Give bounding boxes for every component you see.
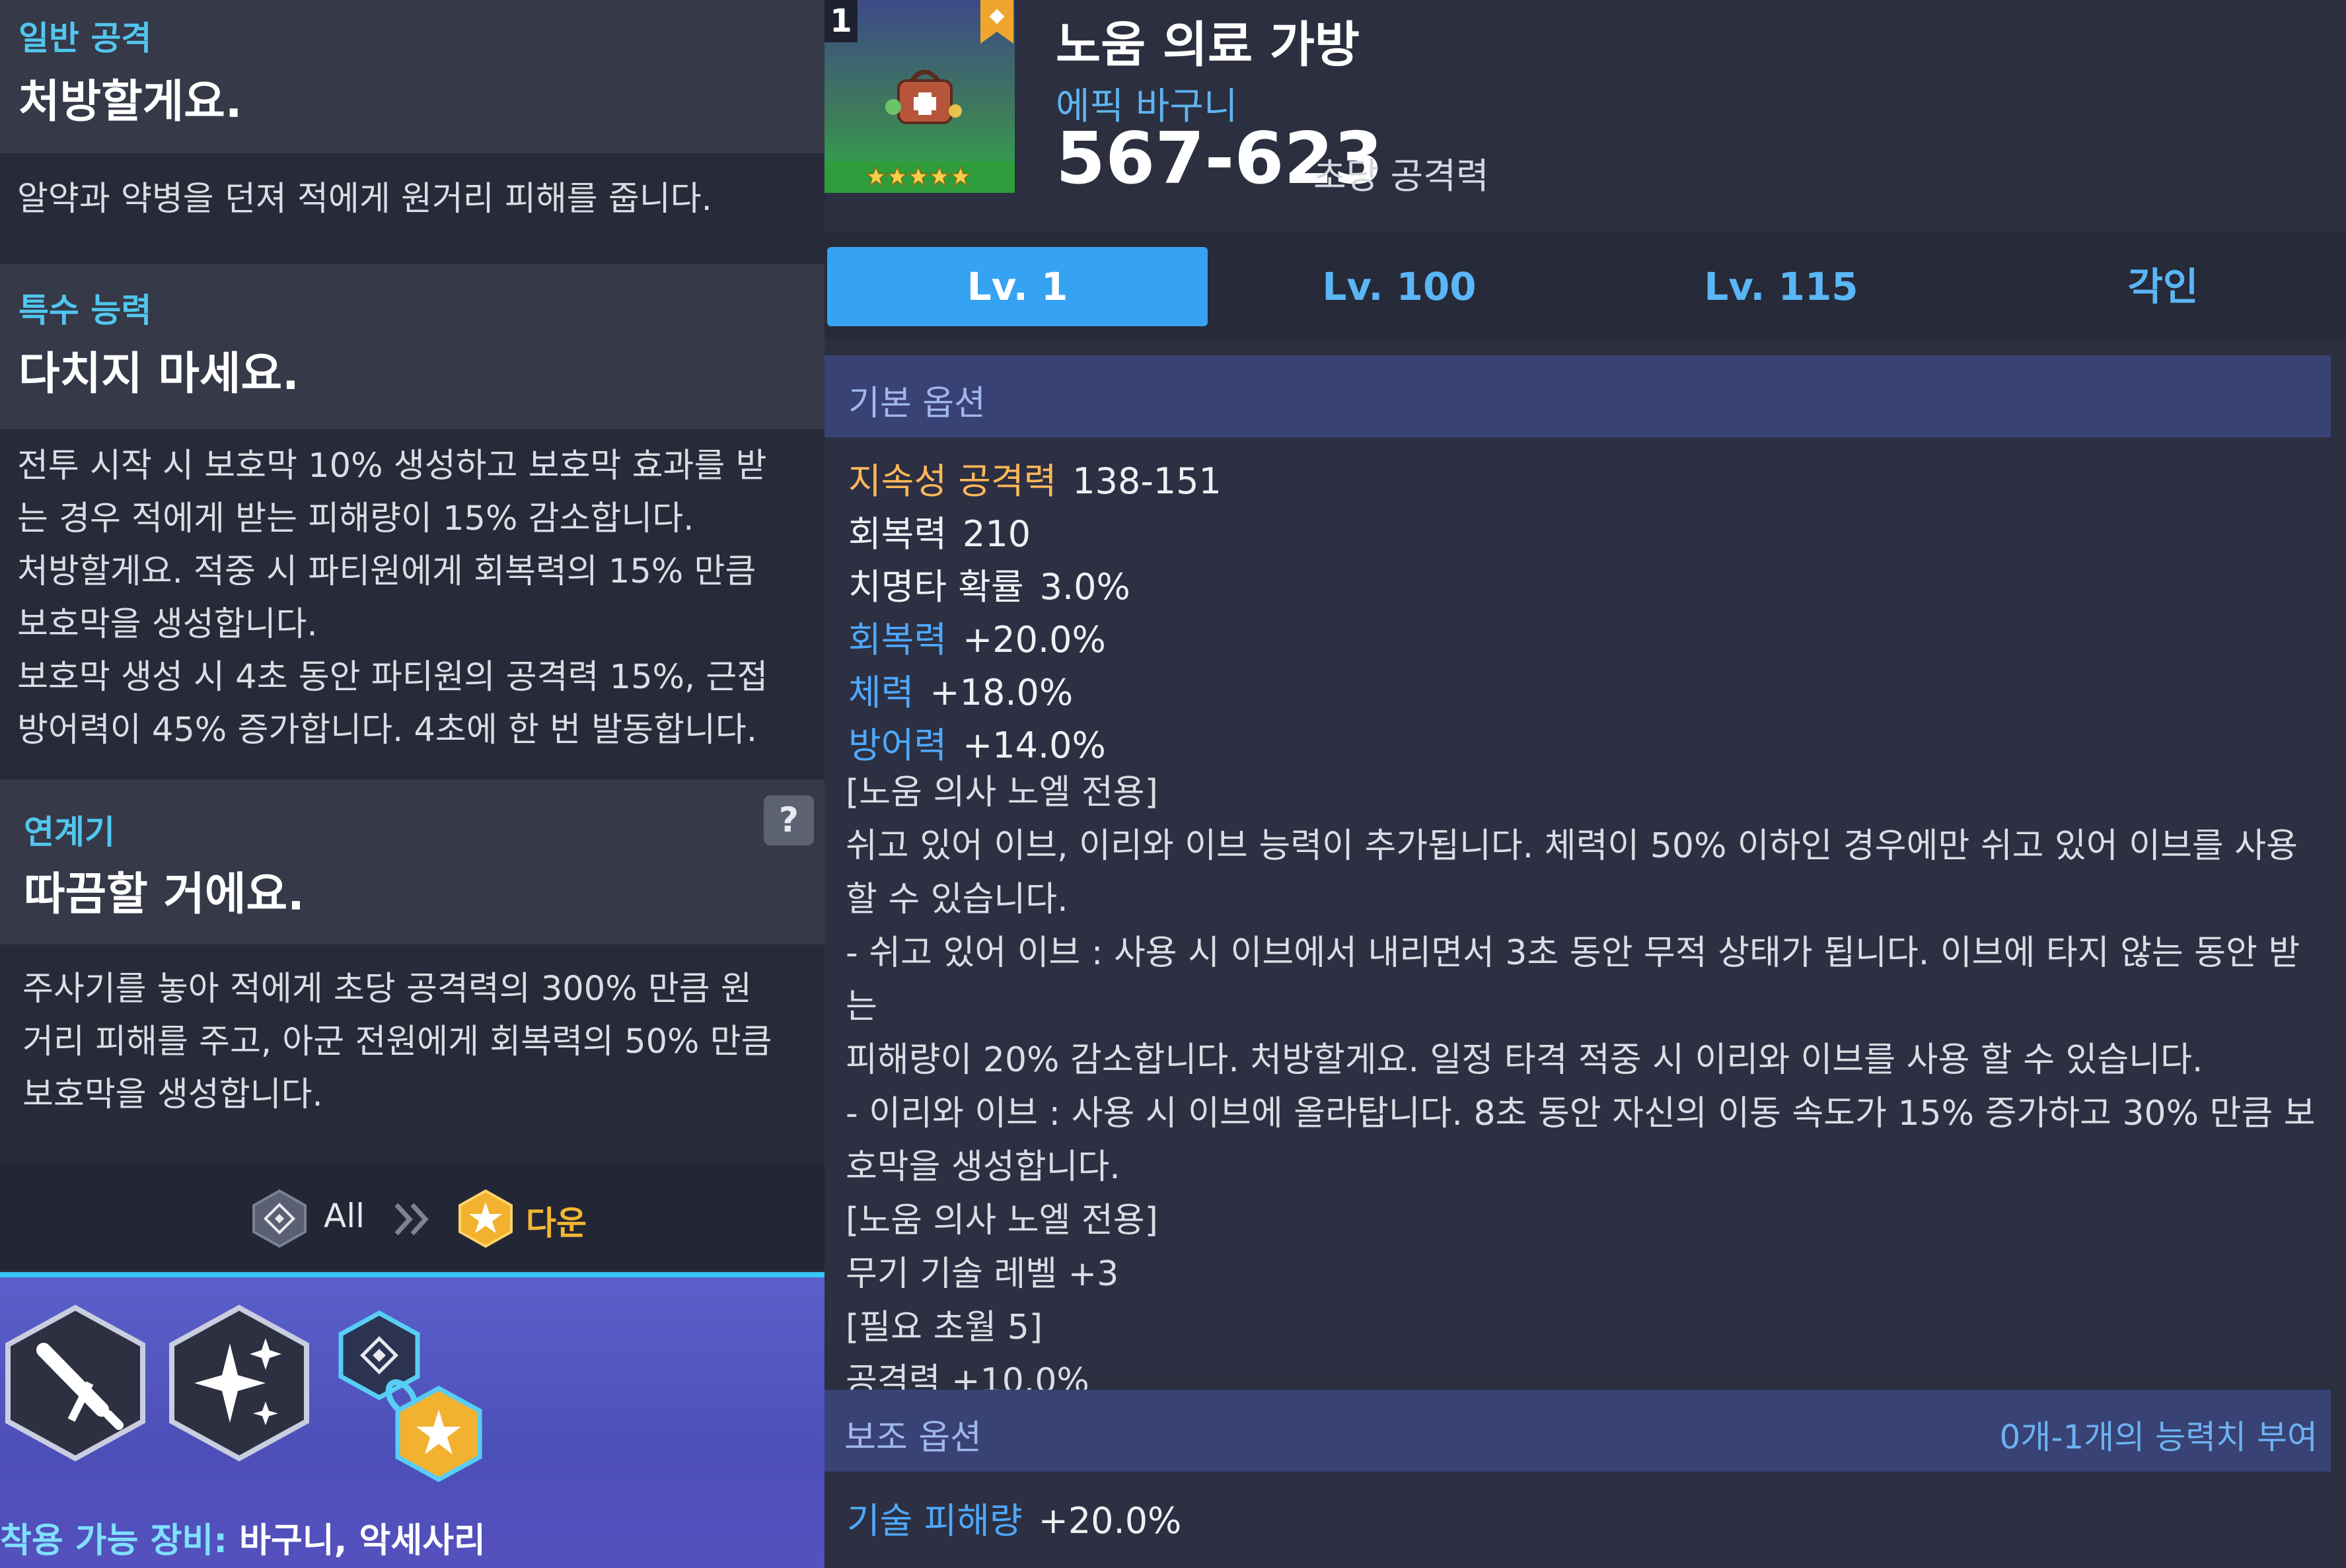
bookmark-icon[interactable] [980, 0, 1013, 44]
option-line: 호막을 생성합니다. [846, 1147, 1120, 1187]
chain-flow-bar: All 다운 [0, 1165, 825, 1271]
tab-engrave[interactable]: 각인 [1973, 247, 2346, 326]
option-line: [노움 의사 노엘 전용] [846, 1201, 1158, 1240]
option-line: 무기 기술 레벨 +3 [846, 1254, 1119, 1294]
chain-to-label: 다운 [526, 1204, 587, 1242]
stat-key: 치명타 확률 [848, 566, 1024, 608]
tab-lv-100[interactable]: Lv. 100 [1209, 247, 1590, 326]
description-line: 전투 시작 시 보호막 10% 생성하고 보호막 효과를 받 [17, 446, 767, 485]
normal-attack-header: 일반 공격 처방할게요. [0, 0, 825, 153]
five-stars-icon [865, 166, 971, 187]
basic-options-title: 기본 옵션 [848, 384, 986, 423]
down-status-icon [458, 1189, 513, 1248]
chain-from-label: All [324, 1197, 365, 1235]
stat-value: 138-151 [1072, 460, 1222, 502]
item-panel: 1 노움 의료 가방 에픽 바구니 567-623 초당 공격력 Lv. 1 L… [825, 0, 2346, 1568]
chain-all-icon [252, 1189, 307, 1248]
skill-panel: 일반 공격 처방할게요. 알약과 약병을 던져 적에게 원거리 피해를 줍니다.… [0, 0, 825, 1568]
description-line: 보호막 생성 시 4초 동안 파티원의 공격력 15%, 근접 [17, 658, 768, 697]
stat-row: 방어력 +14.0% [848, 716, 1106, 768]
chain-skill-name: 따끔할 거에요. [24, 869, 305, 921]
description-line: 처방할게요. 적중 시 파티원에게 회복력의 15% 만큼 [17, 552, 756, 591]
sparkle-slot-icon[interactable] [166, 1304, 312, 1462]
stat-key: 지속성 공격력 [848, 460, 1057, 502]
equippable-value: 바구니, 악세사리 [239, 1521, 486, 1561]
sword-slot-icon[interactable] [3, 1304, 148, 1462]
item-attack-label: 초당 공격력 [1313, 155, 1489, 197]
description-line: 보호막을 생성합니다. [22, 1075, 323, 1114]
option-line: - 쉬고 있어 이브 : 사용 시 이브에서 내리면서 3초 동안 무적 상태가… [846, 933, 2300, 1026]
normal-attack-category: 일반 공격 [18, 19, 152, 57]
level-tabs: Lv. 1 Lv. 100 Lv. 115 각인 [825, 232, 2346, 338]
stat-key: 회복력 [848, 513, 947, 555]
sub-options-title: 보조 옵션 [844, 1418, 982, 1458]
sub-options-body: 기술 피해량 +20.0% [825, 1472, 2331, 1568]
description-line: 주사기를 놓아 적에게 초당 공격력의 300% 만큼 원 [22, 970, 752, 1009]
special-ability-name: 다치지 마세요. [18, 348, 299, 400]
description-line: 거리 피해를 주고, 아군 전원에게 회복력의 50% 만큼 [22, 1022, 772, 1061]
basic-options-body: 지속성 공격력 138-151 회복력 210 치명타 확률 3.0% 회복력 +20.… [825, 437, 2331, 1401]
item-thumbnail[interactable]: 1 [825, 0, 1015, 193]
item-rarity-bar [825, 162, 1015, 193]
special-ability-category: 특수 능력 [18, 291, 152, 330]
stat-row: 회복력 +20.0% [848, 610, 1106, 662]
double-chevron-right-icon [394, 1203, 429, 1236]
stat-row: 치명타 확률 3.0% [848, 557, 1130, 610]
special-ability-body: 전투 시작 시 보호막 10% 생성하고 보호막 효과를 받 는 경우 적에게 … [0, 429, 825, 779]
stat-row: 지속성 공격력 138-151 [848, 452, 1222, 504]
option-line: [노움 의사 노엘 전용] [846, 773, 1158, 812]
tab-lv-1[interactable]: Lv. 1 [827, 247, 1208, 326]
option-line: - 이리와 이브 : 사용 시 이브에 올라탑니다. 8초 동안 자신의 이동 … [846, 1094, 2316, 1133]
stat-value: +20.0% [963, 619, 1106, 660]
stat-value: +14.0% [963, 725, 1106, 766]
equippable-gear: 착용 가능 장비: 바구니, 악세사리 [0, 1513, 486, 1562]
stat-row: 체력 +18.0% [848, 663, 1073, 715]
stat-key: 기술 피해량 [847, 1500, 1023, 1542]
normal-attack-body: 알약과 약병을 던져 적에게 원거리 피해를 줍니다. [0, 153, 825, 264]
chain-skill-body: 주사기를 놓아 적에게 초당 공격력의 300% 만큼 원 거리 피해를 주고,… [0, 944, 825, 1165]
option-line: 쉬고 있어 이브, 이리와 이브 능력이 추가됩니다. 체력이 50% 이하인 … [846, 826, 2298, 866]
help-button[interactable]: ? [764, 795, 814, 845]
chain-skill-category: 연계기 [24, 813, 115, 851]
stat-row: 회복력 210 [848, 505, 1031, 557]
chain-link-icon [338, 1310, 482, 1482]
option-line: 피해량이 20% 감소합니다. 처방할게요. 일정 타격 적중 시 이리와 이브… [846, 1040, 2203, 1080]
sub-options-note: 0개-1개의 능력치 부여 [1999, 1418, 2318, 1456]
equippable-label: 착용 가능 장비: [0, 1521, 228, 1561]
stat-value: 3.0% [1039, 566, 1130, 608]
chain-skill-header: 연계기 따끔할 거에요. [0, 779, 825, 944]
stat-key: 회복력 [848, 619, 947, 660]
description-line: 는 경우 적에게 받는 피해량이 15% 감소합니다. [17, 499, 694, 538]
normal-attack-description: 알약과 약병을 던져 적에게 원거리 피해를 줍니다. [17, 180, 712, 219]
stat-key: 방어력 [848, 725, 947, 766]
option-line: 할 수 있습니다. [846, 880, 1068, 919]
sub-options-header: 보조 옵션 0개-1개의 능력치 부여 [825, 1390, 2331, 1472]
item-name: 노움 의료 가방 [1056, 17, 1360, 73]
stat-key: 체력 [848, 672, 914, 713]
basic-options-header: 기본 옵션 [825, 355, 2331, 437]
chain-skill-description: 주사기를 놓아 적에게 초당 공격력의 300% 만큼 원 거리 피해를 주고,… [22, 963, 815, 1122]
special-ability-header: 특수 능력 다치지 마세요. [0, 264, 825, 429]
stat-value: 210 [963, 513, 1031, 555]
normal-attack-name: 처방할게요. [18, 76, 242, 128]
option-line: [필요 초월 5] [846, 1308, 1043, 1347]
description-line: 보호막을 생성합니다. [17, 605, 318, 644]
option-description: [노움 의사 노엘 전용] 쉬고 있어 이브, 이리와 이브 능력이 추가됩니다… [846, 766, 2326, 1408]
stat-value: +18.0% [930, 672, 1074, 713]
special-ability-description: 전투 시작 시 보호막 10% 생성하고 보호막 효과를 받 는 경우 적에게 … [17, 440, 810, 757]
description-line: 방어력이 45% 증가합니다. 4초에 한 번 발동합니다. [17, 711, 758, 750]
stat-row: 기술 피해량 +20.0% [847, 1491, 1181, 1544]
item-count: 1 [825, 0, 858, 42]
tab-lv-115[interactable]: Lv. 115 [1591, 247, 1971, 326]
medical-bag-icon [885, 69, 962, 124]
stat-value: +20.0% [1038, 1500, 1182, 1542]
